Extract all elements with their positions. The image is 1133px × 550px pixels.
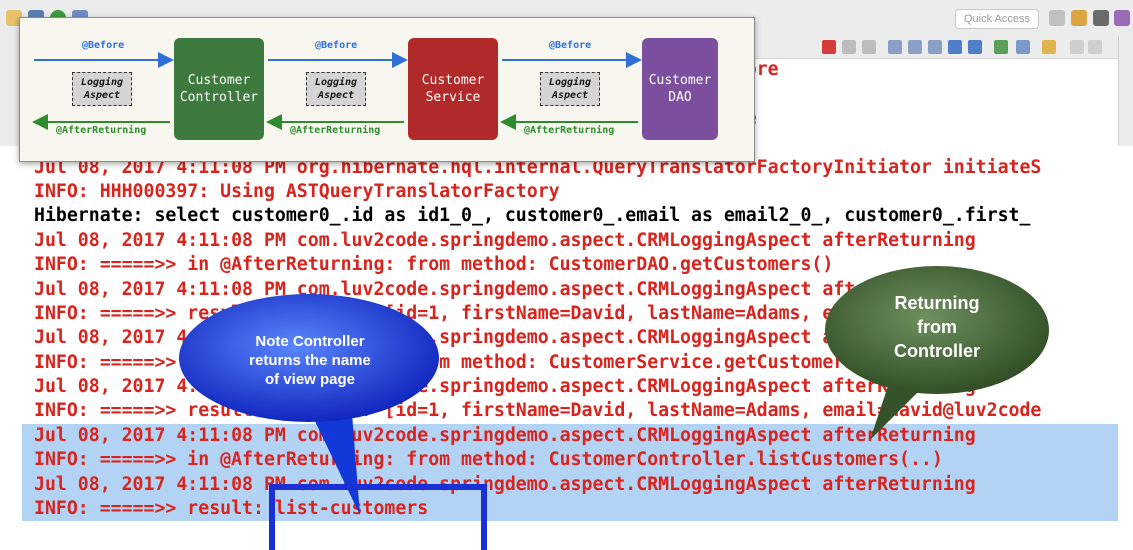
annotation-overlay bbox=[179, 266, 1049, 550]
green-callout-text: Returning from Controller bbox=[893, 293, 980, 361]
blue-callout-text: Note Controller returns the name of view… bbox=[249, 333, 371, 388]
result-highlight-box bbox=[269, 484, 487, 550]
